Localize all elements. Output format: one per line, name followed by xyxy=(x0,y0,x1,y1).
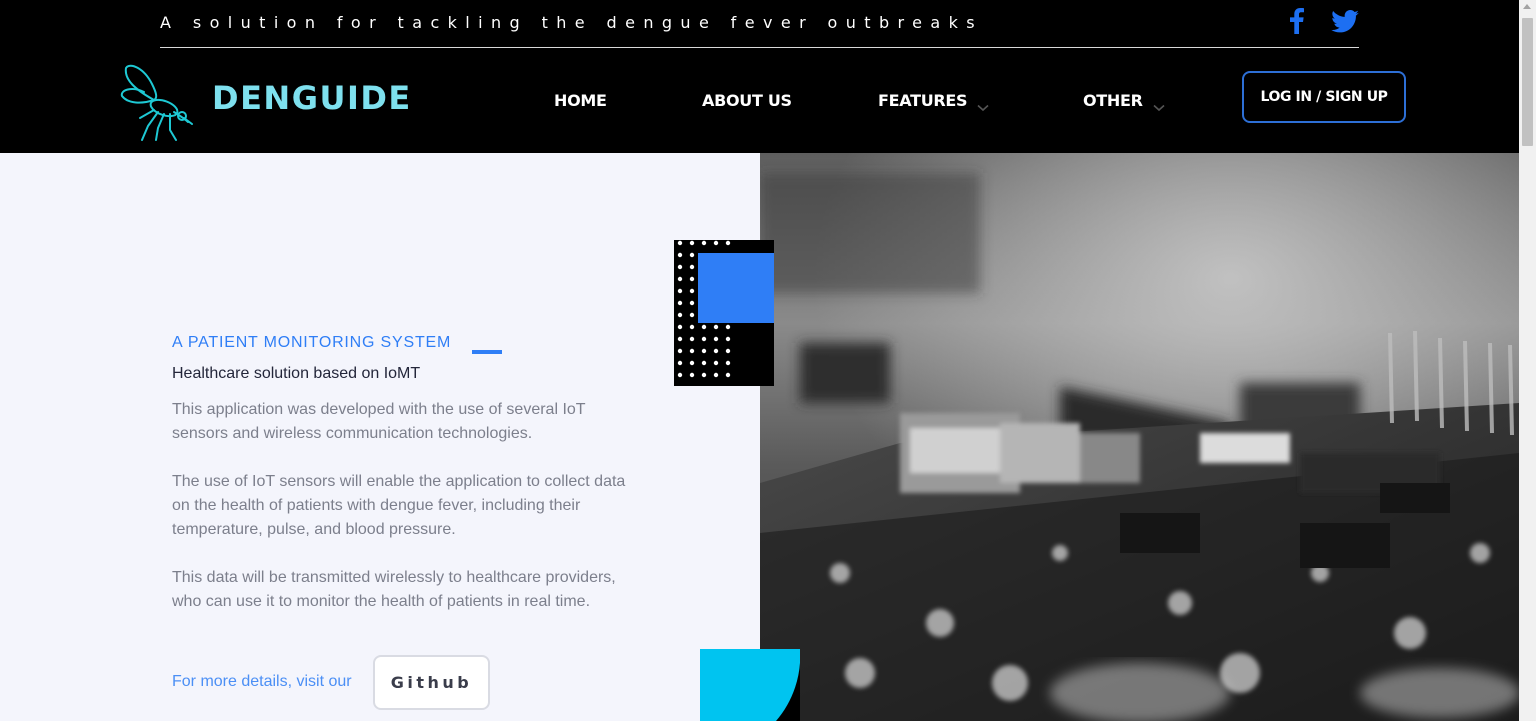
hero-subtitle: Healthcare solution based on IoMT xyxy=(172,365,421,382)
nav-other-label: OTHER xyxy=(1083,91,1143,110)
quarter-circle-decoration xyxy=(700,649,801,721)
chevron-down-icon xyxy=(1153,97,1165,111)
dotted-square-decoration xyxy=(674,240,774,386)
nav-about-us-label: ABOUT US xyxy=(702,91,792,110)
chevron-down-icon xyxy=(977,97,989,111)
login-signup-button[interactable]: LOG IN / SIGN UP xyxy=(1242,71,1406,123)
header-divider xyxy=(160,47,1359,48)
mosquito-logo-icon[interactable] xyxy=(118,60,194,142)
tagline: A solution for tackling the dengue fever… xyxy=(160,13,983,32)
hero-paragraph-2: The use of IoT sensors will enable the a… xyxy=(172,473,626,538)
scroll-up-arrow-icon[interactable] xyxy=(1523,4,1531,9)
nav-home[interactable]: HOME xyxy=(554,91,607,110)
nav-other[interactable]: OTHER xyxy=(1083,91,1165,111)
facebook-icon[interactable] xyxy=(1286,6,1308,36)
brand-name[interactable]: DENGUIDE xyxy=(212,79,412,117)
page-scrollbar[interactable] xyxy=(1519,0,1536,721)
nav-home-label: HOME xyxy=(554,91,607,110)
hero-paragraph-1: This application was developed with the … xyxy=(172,401,586,442)
twitter-icon[interactable] xyxy=(1330,6,1360,36)
hero-paragraph-3: This data will be transmitted wirelessly… xyxy=(172,569,616,610)
nav-features-label: FEATURES xyxy=(878,91,968,110)
site-header: A solution for tackling the dengue fever… xyxy=(0,0,1519,153)
more-details-text: For more details, visit our xyxy=(172,673,352,690)
eyebrow-accent-line xyxy=(472,350,502,354)
github-button[interactable]: Github xyxy=(373,655,490,710)
circuit-board-image xyxy=(760,153,1519,721)
nav-features[interactable]: FEATURES xyxy=(878,91,989,111)
scrollbar-thumb[interactable] xyxy=(1522,18,1533,146)
hero-eyebrow: A PATIENT MONITORING SYSTEM xyxy=(172,334,452,351)
nav-about-us[interactable]: ABOUT US xyxy=(702,91,792,110)
